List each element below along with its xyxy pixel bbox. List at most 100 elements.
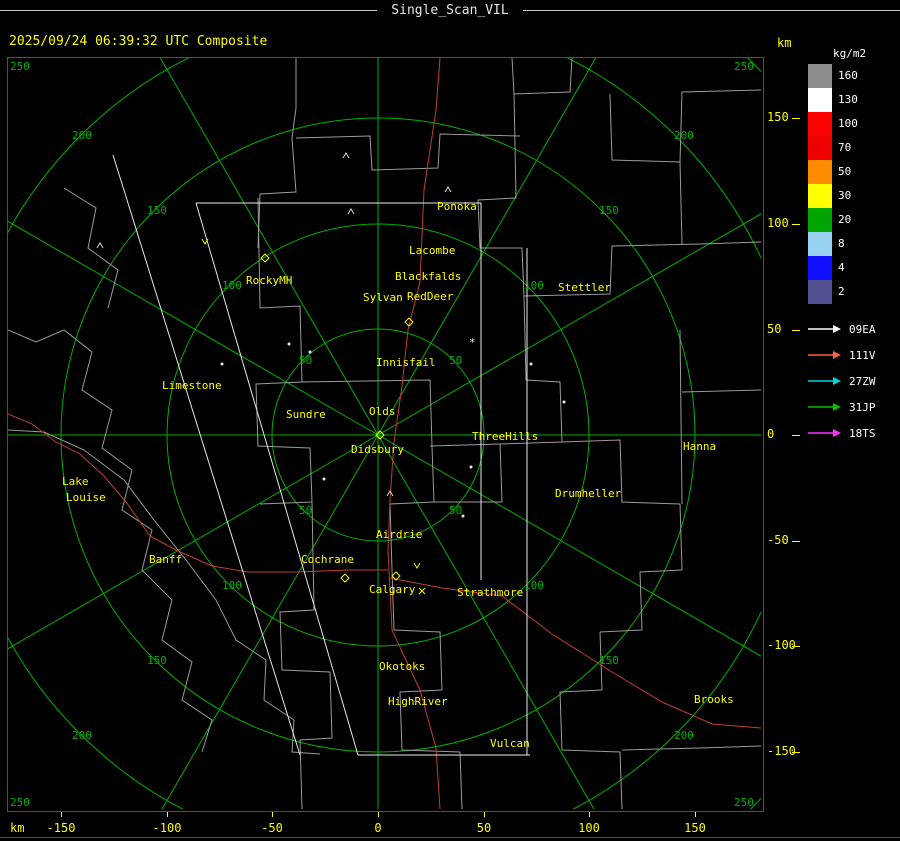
bottom-axis-unit: km [10, 821, 25, 835]
range-ring-label: 100 [524, 579, 544, 592]
county-boundary-line [477, 93, 761, 297]
colorbar-level: 20 [808, 208, 898, 232]
city-label-highriver: HighRiver [388, 695, 448, 708]
city-label-sylvan: Sylvan [363, 291, 403, 304]
down-arrow-marker [413, 562, 421, 569]
city-label-cochrane: Cochrane [301, 553, 354, 566]
right-axis-tick [792, 435, 800, 436]
range-ring [8, 58, 761, 809]
county-boundary-line [621, 745, 761, 751]
radar-arrow-icon [808, 351, 841, 359]
range-rings [8, 58, 761, 809]
window-title: Single_Scan_VIL [391, 2, 509, 18]
town-caret-marker [96, 242, 104, 249]
county-boundary-line [511, 58, 573, 95]
bottom-axis-tick [61, 812, 62, 817]
colorbar-swatch [808, 184, 832, 208]
colorbar-value: 2 [838, 285, 845, 298]
colorbar-level: 2 [808, 280, 898, 304]
county-boundary-line [429, 443, 501, 447]
county-boundary-line [257, 58, 297, 249]
county-boundary-line [561, 439, 683, 633]
map-frame: 50 100 150 200 250 50 100 150 200 250 50 100 150 200 2… [7, 57, 764, 812]
colorbar-swatch [808, 136, 832, 160]
town-dot-marker [469, 465, 473, 469]
city-label-innisfail: Innisfail [376, 356, 436, 369]
radar-station-id: 31JP [849, 400, 876, 414]
town-caret-marker [347, 208, 355, 215]
range-ring-label: 200 [674, 129, 694, 142]
city-label-calgary: Calgary [369, 583, 416, 596]
colorbar-value: 130 [838, 93, 858, 106]
scan-outlines [112, 154, 530, 756]
bottom-axis-tick [272, 812, 273, 817]
colorbar-value: 30 [838, 189, 852, 202]
colorbar-level: 160 [808, 64, 898, 88]
colorbar-value: 100 [838, 117, 858, 130]
town-dot-marker [461, 514, 465, 518]
titlebar: Single_Scan_VIL [0, 0, 900, 20]
colorbar-level: 70 [808, 136, 898, 160]
bottom-axis-label: 150 [684, 821, 706, 835]
city-label-reddeer: RedDeer [407, 290, 454, 303]
colorbar-level: 100 [808, 112, 898, 136]
range-ring-label: 150 [599, 204, 619, 217]
right-axis-tick [792, 541, 800, 542]
radar-map-canvas: 50 100 150 200 250 50 100 150 200 250 50 100 150 200 2… [8, 58, 761, 809]
colorbar-value: 4 [838, 261, 845, 274]
bottom-axis-label: 100 [578, 821, 600, 835]
range-ring [8, 58, 761, 809]
colorbar-value: 160 [838, 69, 858, 82]
radar-station-row: 27ZW [806, 368, 876, 394]
city-label-lake: Lake [62, 475, 89, 488]
city-label-ponoka: Ponoka [437, 200, 477, 213]
star-marker: * [469, 336, 476, 349]
colorbar-level: 130 [808, 88, 898, 112]
bottom-axis-tick [167, 812, 168, 817]
city-label-limestone: Limestone [162, 379, 222, 392]
colorbar-swatch [808, 112, 832, 136]
radar-station-id: 111V [849, 348, 876, 362]
town-dot-marker [322, 477, 326, 481]
colorbar-swatch [808, 64, 832, 88]
radar-station-id: 27ZW [849, 374, 876, 388]
radar-scan-outline [196, 202, 482, 580]
radar-station-row: 31JP [806, 394, 876, 420]
town-dot-marker [220, 362, 224, 366]
colorbar-value: 70 [838, 141, 852, 154]
right-axis-tick [792, 118, 800, 119]
colorbar-swatch [808, 232, 832, 256]
colorbar-level: 50 [808, 160, 898, 184]
city-label-vulcan: Vulcan [490, 737, 530, 750]
bottom-axis-tick [695, 812, 696, 817]
town-dot-marker [308, 350, 312, 354]
colorbar-swatch [808, 88, 832, 112]
bottom-axis-label: -150 [46, 821, 76, 835]
town-dot-marker [287, 342, 291, 346]
county-boundary-line [8, 329, 213, 753]
bottom-divider [0, 837, 900, 838]
right-axis-unit: km [777, 36, 792, 50]
county-boundary-line [279, 501, 333, 809]
bottom-axis-label: 0 [374, 821, 382, 835]
range-ring-label: 50 [449, 504, 462, 517]
town-caret-marker [342, 152, 350, 159]
county-boundary-line [679, 329, 683, 505]
radar-app-window: Single_Scan_VIL 2025/09/24 06:39:32 UTC … [0, 0, 900, 841]
colorbar-swatch [808, 208, 832, 232]
right-axis-tick [792, 646, 800, 647]
city-label-hanna: Hanna [683, 440, 716, 453]
county-boundary-line [681, 389, 761, 393]
city-label-banff: Banff [149, 553, 182, 566]
colorbar: 160 130 100 70 50 30 20 8 4 2 [808, 64, 898, 304]
radar-arrow-icon [808, 403, 841, 411]
colorbar-swatch [808, 256, 832, 280]
right-axis-label: 50 [767, 322, 782, 336]
range-ring-label: 200 [72, 729, 92, 742]
radar-station-legend: 09EA 111V 27ZW 31JP 18TS [806, 316, 876, 446]
colorbar-level: 30 [808, 184, 898, 208]
radar-scan-outline [112, 154, 301, 756]
range-ring-label: 150 [599, 654, 619, 667]
colorbar-level: 8 [808, 232, 898, 256]
range-ring-label: 50 [449, 354, 462, 367]
